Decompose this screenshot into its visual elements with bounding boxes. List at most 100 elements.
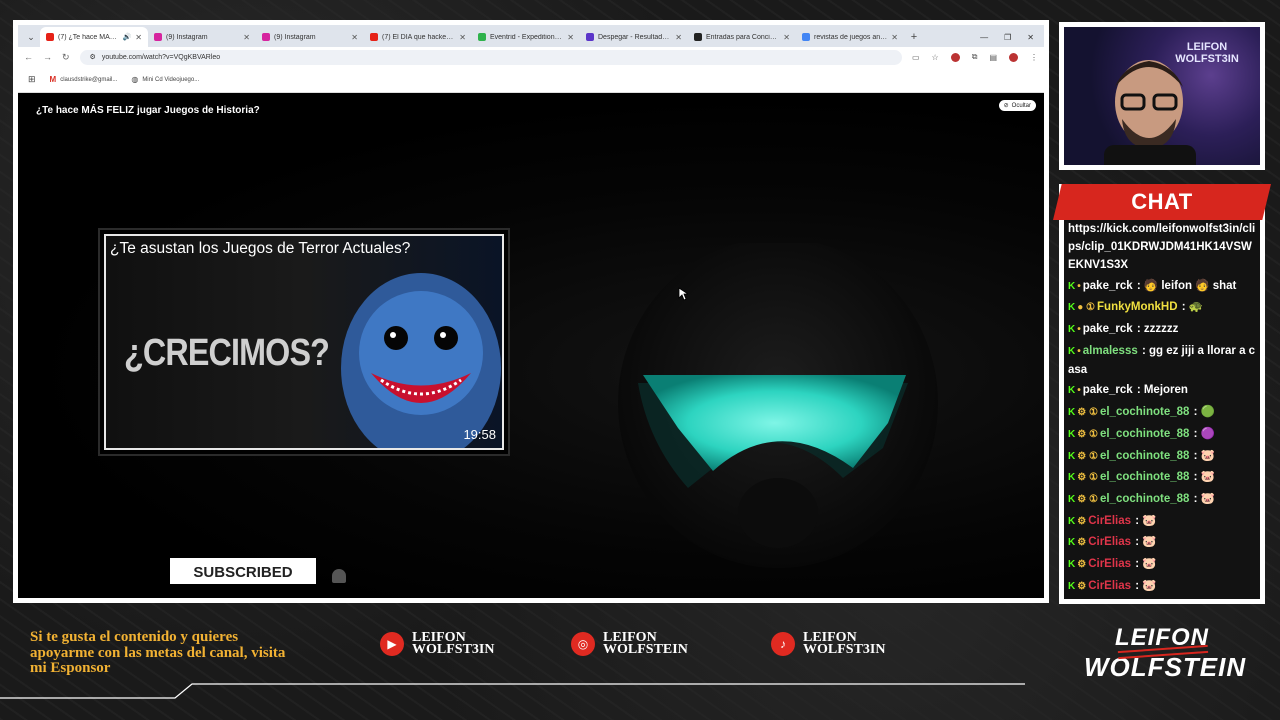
chat-username[interactable]: el_cochinote_88 [1100, 428, 1189, 440]
close-tab-icon[interactable]: ✕ [567, 33, 574, 42]
kick-badge-icon: K [1068, 385, 1076, 397]
tab-search-icon[interactable]: ⌄ [22, 27, 40, 47]
new-tab-button[interactable]: + [904, 27, 924, 47]
browser-tab[interactable]: (9) Instagram ✕ [256, 27, 364, 47]
chat-username[interactable]: CirElias [1088, 536, 1131, 548]
site-info-icon[interactable]: ⚙ [90, 53, 96, 61]
restore-icon[interactable]: ❐ [1004, 33, 1011, 42]
chat-text: : 🐷 [1190, 449, 1215, 462]
globe-icon: ◍ [131, 75, 139, 84]
back-icon[interactable]: ← [24, 52, 33, 62]
endcard-big-text: ¿CRECIMOS? [124, 332, 330, 374]
extension-icon[interactable] [950, 52, 960, 62]
eye-off-icon: ⊘ [1003, 103, 1009, 109]
footer-divider [0, 683, 1025, 699]
chat-username[interactable]: el_cochinote_88 [1100, 406, 1189, 418]
close-tab-icon[interactable]: ✕ [135, 33, 142, 42]
browser-tab[interactable]: revistas de juegos antiguo ✕ [796, 27, 904, 47]
address-field[interactable]: ⚙ youtube.com/watch?v=VQgKBVARleo [79, 49, 902, 65]
social-tiktok[interactable]: ♪ LEIFON WOLFST3IN [771, 631, 886, 657]
reload-icon[interactable]: ↻ [62, 52, 70, 63]
chat-message: K ⚙ CirElias : 🐷 [1068, 577, 1258, 596]
kick-badge-icon: K [1068, 407, 1076, 419]
chat-username[interactable]: el_cochinote_88 [1100, 471, 1189, 483]
user-badges: • [1077, 324, 1081, 336]
gmail-icon: M [49, 75, 57, 84]
chat-header: CHAT [1053, 184, 1271, 220]
browser-tab[interactable]: Eventrid - Expedition 33 ✕ [472, 27, 580, 47]
endcard-title: ¿Te asustan los Juegos de Terror Actuale… [110, 240, 411, 257]
close-window-icon[interactable]: ✕ [1027, 33, 1034, 42]
chat-username[interactable]: el_cochinote_88 [1100, 493, 1189, 505]
social-youtube[interactable]: ▶ LEIFON WOLFST3IN [380, 631, 494, 657]
video-player[interactable]: ¿Te hace MÁS FELIZ jugar Juegos de Histo… [18, 93, 1044, 598]
hide-endscreen-button[interactable]: ⊘ Ocultar [998, 100, 1036, 111]
browser-tab-bar: ⌄ (7) ¿Te hace MÁS FELI🔊✕(9) Instagram✕(… [18, 25, 1044, 47]
chat-text: : 🐷 [1132, 514, 1157, 527]
close-tab-icon[interactable]: ✕ [783, 33, 790, 42]
chat-username[interactable]: pake_rck [1083, 601, 1133, 604]
bookmark-gmail[interactable]: M clausdstrike@gmail... [50, 75, 118, 84]
tab-label: (9) Instagram [166, 33, 208, 41]
toolbar-actions: ▭ ☆ ⧉ ▤ ⋮ [912, 52, 1038, 62]
chat-username[interactable]: almalesss [1083, 345, 1138, 357]
notification-bell-icon[interactable] [332, 569, 346, 583]
youtube-icon: ▶ [380, 632, 404, 656]
browser-tab[interactable]: (7) ¿Te hace MÁS FELI 🔊✕ [40, 27, 148, 47]
minimize-icon[interactable]: — [980, 33, 988, 42]
cast-icon[interactable]: ▭ [912, 53, 920, 62]
extensions-puzzle-icon[interactable]: ⧉ [972, 52, 978, 62]
bookmark-star-icon[interactable]: ☆ [932, 53, 939, 62]
chat-username[interactable]: CirElias [1088, 558, 1131, 570]
kick-badge-icon: K [1068, 428, 1076, 440]
close-tab-icon[interactable]: ✕ [243, 33, 250, 42]
bookmark-minicd[interactable]: ◍ Mini Cd Videojuego... [131, 75, 199, 84]
chat-username[interactable]: pake_rck [1083, 280, 1133, 292]
video-title: ¿Te hace MÁS FELIZ jugar Juegos de Histo… [36, 105, 260, 116]
browser-tab[interactable]: (7) El DÍA que hackearon ✕ [364, 27, 472, 47]
forward-icon[interactable]: → [43, 52, 52, 62]
chat-username[interactable]: CirElias [1088, 515, 1131, 527]
browser-tab[interactable]: Despegar - Resultados de ✕ [580, 27, 688, 47]
chat-message: K ⚙ ① el_cochinote_88 : 🟣 [1068, 425, 1258, 444]
bookmarks-bar: ⊞ M clausdstrike@gmail... ◍ Mini Cd Vide… [18, 67, 1044, 93]
streamer-figure [1104, 60, 1196, 165]
close-tab-icon[interactable]: ✕ [459, 33, 466, 42]
kick-badge-icon: K [1068, 537, 1076, 549]
chat-text: : Mejoren [1133, 384, 1188, 397]
chat-username[interactable]: pake_rck [1083, 323, 1133, 335]
tiktok-icon: ♪ [771, 632, 795, 656]
user-badges: ⚙ ① [1077, 472, 1098, 484]
subscribe-button[interactable]: SUBSCRIBED [170, 558, 316, 584]
browser-tab[interactable]: (9) Instagram ✕ [148, 27, 256, 47]
kick-badge-icon: K [1068, 302, 1076, 314]
menu-kebab-icon[interactable]: ⋮ [1030, 53, 1038, 62]
downloads-icon[interactable]: ▤ [989, 53, 997, 62]
close-tab-icon[interactable]: ✕ [351, 33, 358, 42]
user-badges: • [1077, 280, 1081, 292]
browser-tab[interactable]: Entradas para Concierto ✕ [688, 27, 796, 47]
tab-label: Despegar - Resultados de [598, 33, 672, 41]
tab-list: (7) ¿Te hace MÁS FELI🔊✕(9) Instagram✕(9)… [40, 27, 904, 47]
user-badges: • [1077, 385, 1081, 397]
chat-username[interactable]: el_cochinote_88 [1100, 450, 1189, 462]
close-tab-icon[interactable]: ✕ [675, 33, 682, 42]
social-name-line2: WOLFST3IN [803, 642, 886, 657]
chat-message: K ⚙ CirElias : 🐷 [1068, 512, 1258, 531]
close-tab-icon[interactable]: ✕ [891, 33, 898, 42]
channel-logo: LEIFON WOLFSTEIN [1084, 624, 1245, 690]
profile-avatar[interactable] [1009, 52, 1018, 62]
chat-username[interactable]: CirElias [1088, 580, 1131, 592]
chat-username[interactable]: FunkyMonkHD [1097, 301, 1178, 313]
user-badges: ⚙ ① [1077, 407, 1098, 419]
user-badges: • [1077, 599, 1081, 604]
chat-message: K ⚙ ① el_cochinote_88 : 🐷 [1068, 468, 1258, 487]
chat-username[interactable]: pake_rck [1083, 384, 1133, 396]
endscreen-video-card[interactable]: ¿Te asustan los Juegos de Terror Actuale… [98, 228, 510, 456]
endcard-duration: 19:58 [463, 427, 496, 442]
instagram-icon [154, 33, 162, 41]
kick-badge-icon: K [1068, 580, 1076, 592]
speaker-icon[interactable]: 🔊 [123, 33, 132, 41]
apps-grid-icon[interactable]: ⊞ [28, 74, 36, 85]
social-instagram[interactable]: ◎ LEIFON WOLFSTEIN [571, 631, 688, 657]
